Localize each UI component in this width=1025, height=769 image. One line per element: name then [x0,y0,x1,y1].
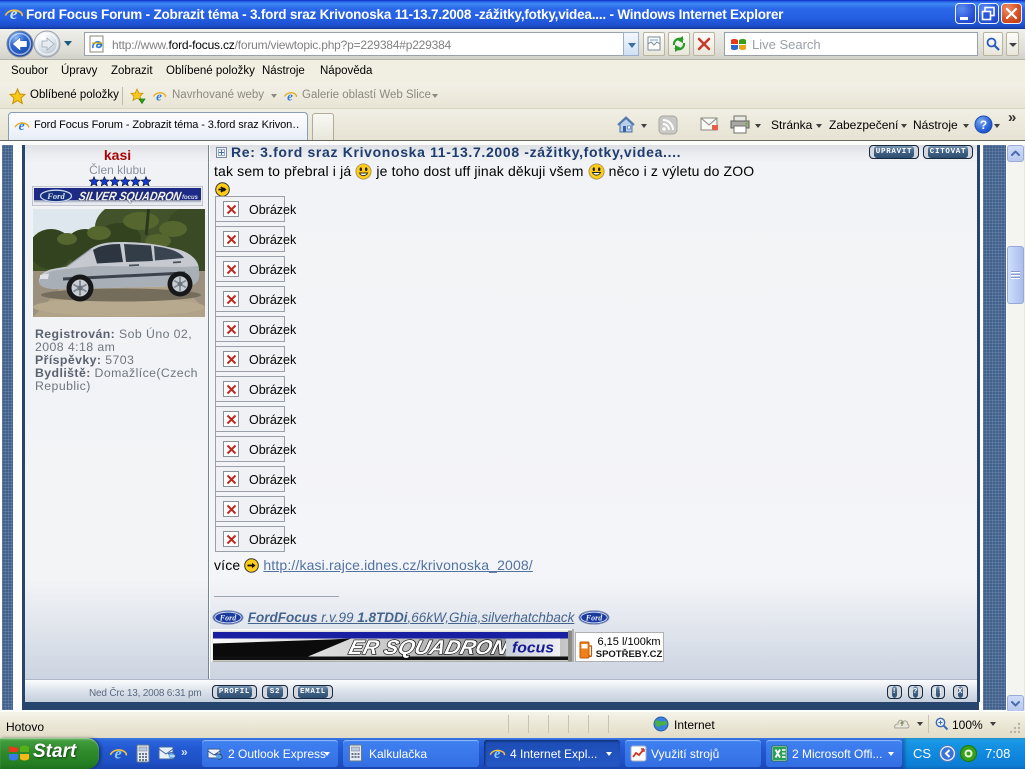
svg-text:?: ? [980,118,987,132]
svg-text:focus: focus [512,640,554,657]
svg-text:e: e [10,4,18,23]
svg-text:ER SQUADRON: ER SQUADRON [347,637,511,659]
svg-text:Ford: Ford [219,614,237,623]
svg-text:Ford: Ford [46,191,65,201]
svg-text:focus: focus [182,195,199,201]
svg-text:e: e [115,745,122,762]
svg-text:Ford: Ford [585,614,603,623]
svg-text:e: e [156,89,162,104]
svg-text:SILVER SQUADRON: SILVER SQUADRON [78,190,183,204]
svg-text:e: e [287,89,293,104]
